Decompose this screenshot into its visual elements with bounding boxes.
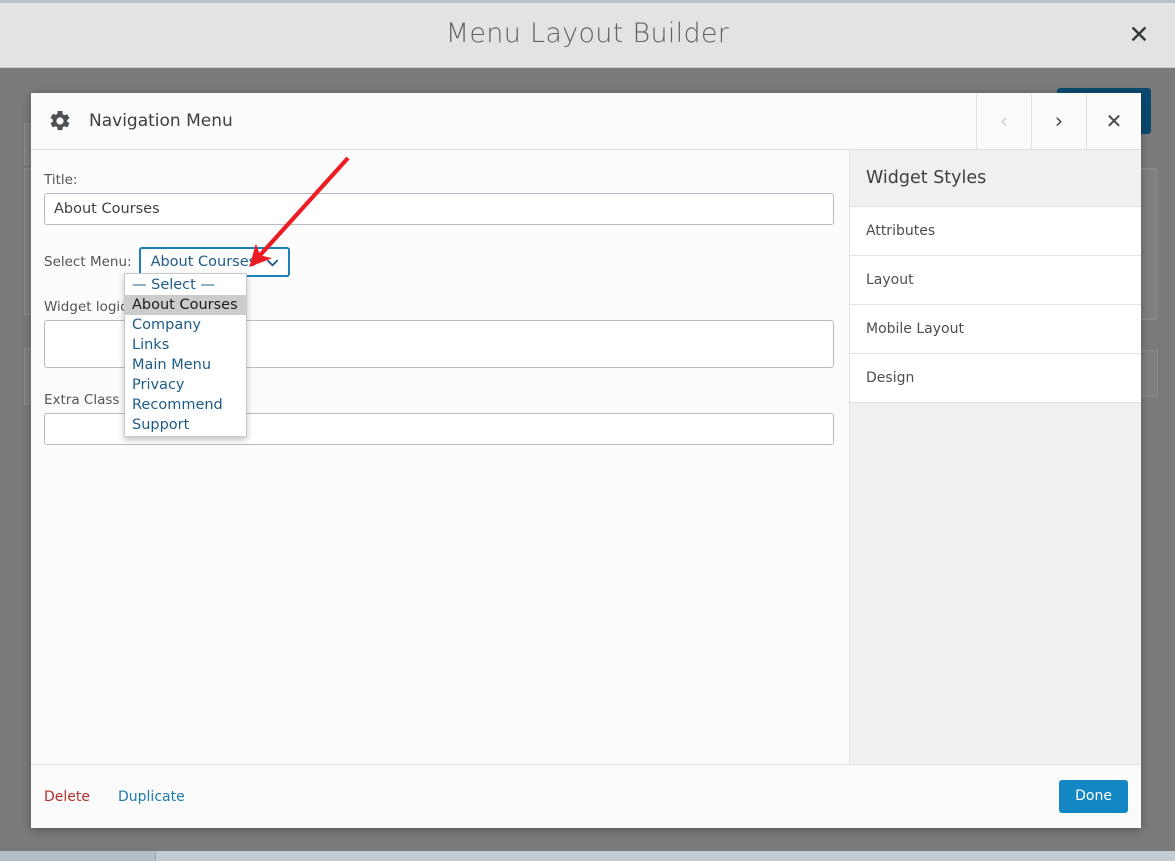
widget-styles-item[interactable]: Attributes: [850, 207, 1141, 256]
widget-styles-item[interactable]: Design: [850, 354, 1141, 403]
next-widget-button[interactable]: ›: [1031, 93, 1086, 149]
select-menu-value: About Courses: [151, 254, 257, 270]
select-menu-option[interactable]: Main Menu: [125, 355, 246, 375]
widget-editor-panel: Navigation Menu ‹ › ✕ Title: Select Menu…: [31, 93, 1141, 828]
close-icon[interactable]: ✕: [1119, 14, 1159, 54]
panel-footer: Delete Duplicate Done: [31, 764, 1141, 828]
delete-link[interactable]: Delete: [44, 789, 90, 805]
gear-icon[interactable]: [31, 109, 89, 133]
widget-styles-item-label: Mobile Layout: [866, 321, 964, 337]
select-menu-label: Select Menu:: [44, 254, 132, 270]
select-menu-option[interactable]: — Select —: [125, 275, 246, 295]
close-panel-button[interactable]: ✕: [1086, 93, 1141, 149]
select-menu-option[interactable]: Links: [125, 335, 246, 355]
duplicate-link[interactable]: Duplicate: [118, 789, 185, 805]
panel-title: Navigation Menu: [89, 111, 233, 131]
widget-styles-heading: Widget Styles: [850, 150, 1141, 207]
title-input[interactable]: [44, 193, 834, 225]
bottom-edge-strip: [0, 851, 1175, 861]
select-menu-option[interactable]: Support: [125, 415, 246, 435]
title-label: Title:: [44, 172, 834, 188]
panel-header: Navigation Menu ‹ › ✕: [31, 93, 1141, 150]
widget-styles-item-label: Design: [866, 370, 914, 386]
select-menu-option[interactable]: About Courses: [125, 295, 246, 315]
panel-header-actions: ‹ › ✕: [976, 93, 1141, 149]
widget-styles-filler: [850, 403, 1141, 764]
bottom-edge-strip-segment: [0, 851, 156, 861]
window-title: Menu Layout Builder: [0, 0, 1175, 68]
done-button[interactable]: Done: [1059, 780, 1128, 813]
select-menu-option[interactable]: Privacy: [125, 375, 246, 395]
select-menu-option[interactable]: Recommend: [125, 395, 246, 415]
widget-styles-item-label: Layout: [866, 272, 914, 288]
app-screen: Menu Layout Builder ✕ Navigation Menu ‹ …: [0, 0, 1175, 861]
select-menu-options-list[interactable]: — Select —About CoursesCompanyLinksMain …: [124, 273, 247, 437]
widget-styles-item[interactable]: Layout: [850, 256, 1141, 305]
widget-styles-item-label: Attributes: [866, 223, 935, 239]
window-titlebar: Menu Layout Builder ✕: [0, 0, 1175, 68]
widget-styles-item[interactable]: Mobile Layout: [850, 305, 1141, 354]
widget-settings-form: Title: Select Menu: About Courses W: [31, 150, 850, 764]
widget-styles-sidebar: Widget Styles Attributes Layout Mobile Lay…: [850, 150, 1141, 764]
previous-widget-button[interactable]: ‹: [976, 93, 1031, 149]
select-menu-option[interactable]: Company: [125, 315, 246, 335]
panel-body: Title: Select Menu: About Courses W: [31, 150, 1141, 764]
chevron-down-icon: [265, 255, 280, 270]
widget-styles-list: Attributes Layout Mobile Layout Design: [850, 207, 1141, 403]
